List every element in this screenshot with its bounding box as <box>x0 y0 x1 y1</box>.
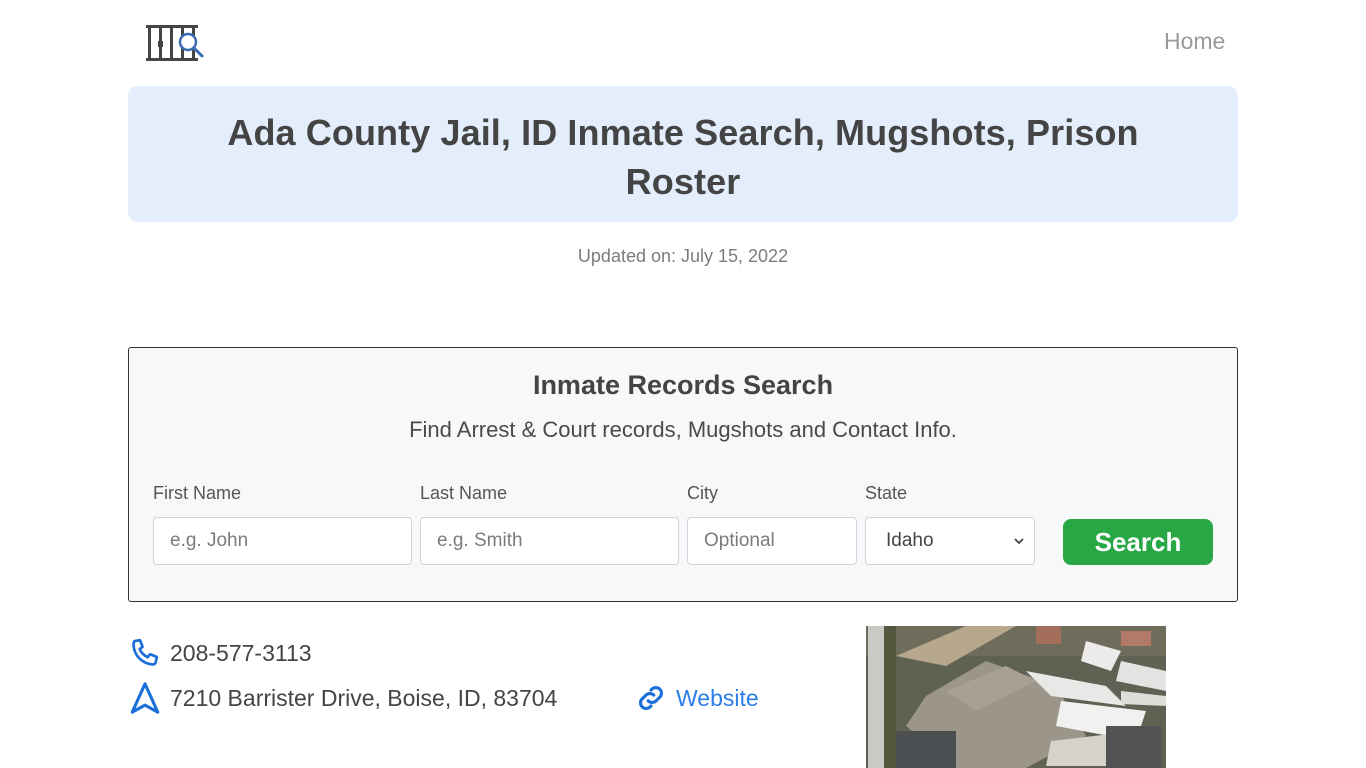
address-row: 7210 Barrister Drive, Boise, ID, 83704 <box>128 681 557 715</box>
search-subtitle: Find Arrest & Court records, Mugshots an… <box>409 417 957 442</box>
phone-icon <box>132 638 159 666</box>
last-name-label: Last Name <box>420 483 508 503</box>
first-name-field[interactable] <box>153 517 412 565</box>
search-button[interactable]: Search <box>1063 519 1213 565</box>
state-selected-value: Idaho <box>886 530 934 551</box>
phone-row: 208-577-3113 <box>128 636 312 670</box>
updated-date: Updated on: July 15, 2022 <box>577 246 789 266</box>
nav-home-link[interactable]: Home <box>1164 28 1225 55</box>
first-name-input[interactable] <box>170 530 411 552</box>
first-name-label: First Name <box>153 483 242 503</box>
city-label: City <box>687 483 718 503</box>
jail-bars-search-icon <box>146 25 204 61</box>
inmate-search-form: Inmate Records Search Find Arrest & Cour… <box>128 347 1238 602</box>
website-row[interactable]: Website <box>634 681 759 715</box>
address-text: 7210 Barrister Drive, Boise, ID, 83704 <box>170 684 558 711</box>
site-logo[interactable] <box>145 23 207 63</box>
website-link[interactable]: Website <box>676 685 759 712</box>
state-label: State <box>865 483 908 503</box>
city-field[interactable] <box>687 517 857 565</box>
page-title: Ada County Jail, ID Inmate Search, Mugsh… <box>227 112 1139 202</box>
chevron-down-icon <box>1014 534 1024 548</box>
navigation-arrow-icon <box>130 682 160 714</box>
aerial-photo <box>866 626 1166 768</box>
facility-aerial-image <box>866 626 1166 768</box>
city-input[interactable] <box>704 530 856 552</box>
last-name-field[interactable] <box>420 517 679 565</box>
state-select[interactable]: Idaho <box>865 517 1035 565</box>
search-title: Inmate Records Search <box>532 370 834 400</box>
last-name-input[interactable] <box>437 530 678 552</box>
link-icon <box>638 685 664 711</box>
hero-banner: Ada County Jail, ID Inmate Search, Mugsh… <box>128 86 1238 222</box>
phone-number[interactable]: 208-577-3113 <box>170 640 312 667</box>
